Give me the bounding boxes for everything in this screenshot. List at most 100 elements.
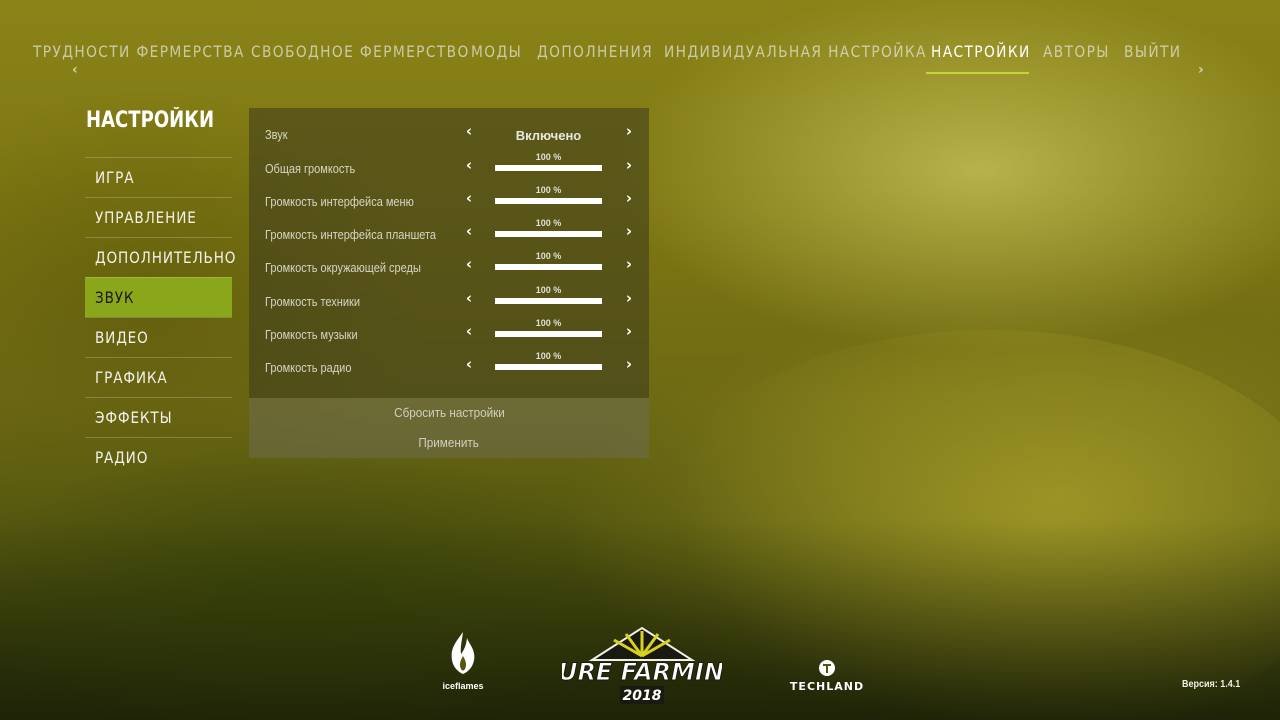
chevron-right-icon[interactable]: ›: [622, 324, 636, 339]
slider-label: Громкость окружающей среды: [265, 261, 421, 275]
techland-emblem: TECHLAND: [790, 660, 864, 693]
sidebar-item-controls[interactable]: УПРАВЛЕНИЕ: [85, 197, 232, 237]
chevron-right-icon[interactable]: ›: [622, 191, 636, 206]
tab-mods[interactable]: МОДЫ: [471, 42, 522, 61]
slider-fill: [495, 264, 602, 270]
slider-label: Громкость интерфейса планшета: [265, 228, 437, 242]
slider-fill: [495, 364, 602, 370]
volume-slider[interactable]: [495, 198, 602, 204]
sidebar-item-graphics[interactable]: ГРАФИКА: [85, 357, 232, 397]
settings-sidebar: ИГРА УПРАВЛЕНИЕ ДОПОЛНИТЕЛЬНО ЗВУК ВИДЕО…: [85, 157, 235, 477]
volume-slider[interactable]: [495, 264, 602, 270]
pure-farming-title: PURE FARMING: [562, 658, 722, 686]
apply-button[interactable]: Применить: [249, 428, 649, 458]
reset-settings-button[interactable]: Сбросить настройки: [249, 398, 649, 428]
apply-label: Применить: [418, 435, 480, 450]
sidebar-item-advanced[interactable]: ДОПОЛНИТЕЛЬНО: [85, 237, 235, 277]
sidebar-item-label: ГРАФИКА: [95, 368, 168, 387]
slider-percent: 100 %: [535, 318, 562, 328]
slider-percent: 100 %: [535, 285, 562, 295]
sidebar-item-label: ВИДЕО: [95, 328, 149, 347]
slider-label: Громкость интерфейса меню: [265, 195, 414, 209]
chevron-left-icon[interactable]: ‹: [462, 224, 476, 239]
volume-slider[interactable]: [495, 331, 602, 337]
slider-fill: [495, 231, 602, 237]
tab-farming-challenges[interactable]: ТРУДНОСТИ ФЕРМЕРСТВА: [33, 42, 245, 61]
techland-logo-text: TECHLAND: [790, 680, 864, 693]
chevron-left-icon[interactable]: ‹: [462, 257, 476, 272]
nav-scroll-right-icon[interactable]: ›: [1198, 62, 1204, 78]
iceflames-logo: iceflames: [438, 630, 488, 692]
sidebar-item-radio[interactable]: РАДИО: [85, 437, 232, 477]
sidebar-item-label: УПРАВЛЕНИЕ: [95, 208, 197, 227]
chevron-left-icon[interactable]: ‹: [462, 357, 476, 372]
chevron-right-icon[interactable]: ›: [622, 158, 636, 173]
tab-settings[interactable]: НАСТРОЙКИ: [931, 42, 1031, 61]
slider-percent: 100 %: [535, 152, 562, 162]
pure-farming-logo: PURE FARMING 2018: [540, 626, 744, 708]
volume-slider[interactable]: [495, 231, 602, 237]
nav-scroll-left-icon[interactable]: ‹: [72, 62, 78, 78]
slider-percent: 100 %: [535, 185, 562, 195]
sound-toggle-row: Звук ‹ Включено ›: [249, 108, 649, 144]
sound-toggle-label: Звук: [265, 128, 288, 142]
slider-row-radio-volume: Громкость радио ‹ 100 % ›: [249, 341, 649, 375]
sidebar-item-label: ЭФФЕКТЫ: [95, 408, 173, 427]
slider-percent: 100 %: [535, 251, 562, 261]
slider-label: Громкость музыки: [265, 328, 358, 342]
page-title: НАСТРОЙКИ: [86, 108, 215, 133]
sidebar-item-label: РАДИО: [95, 448, 149, 467]
slider-fill: [495, 198, 602, 204]
tab-customization[interactable]: ИНДИВИДУАЛЬНАЯ НАСТРОЙКА: [664, 42, 927, 61]
pure-farming-emblem: PURE FARMING 2018: [540, 626, 744, 704]
slider-row-tablet-ui-volume: Громкость интерфейса планшета ‹ 100 % ›: [249, 208, 649, 242]
chevron-left-icon[interactable]: ‹: [462, 191, 476, 206]
chevron-left-icon[interactable]: ‹: [462, 158, 476, 173]
volume-slider[interactable]: [495, 298, 602, 304]
sound-toggle-value: Включено: [515, 128, 582, 143]
techland-logo: TECHLAND: [783, 658, 875, 698]
version-label: Версия: 1.4.1: [1182, 679, 1241, 690]
slider-row-menu-ui-volume: Громкость интерфейса меню ‹ 100 % ›: [249, 175, 649, 209]
chevron-right-icon[interactable]: ›: [622, 224, 636, 239]
sidebar-item-label: ДОПОЛНИТЕЛЬНО: [95, 248, 237, 267]
sidebar-item-label: ЗВУК: [95, 288, 135, 307]
chevron-right-icon[interactable]: ›: [622, 357, 636, 372]
sidebar-item-label: ИГРА: [95, 168, 135, 187]
slider-row-ambient-volume: Громкость окружающей среды ‹ 100 % ›: [249, 241, 649, 275]
chevron-left-icon[interactable]: ‹: [462, 324, 476, 339]
top-navigation: ‹ ТРУДНОСТИ ФЕРМЕРСТВА СВОБОДНОЕ ФЕРМЕРС…: [0, 38, 1280, 78]
tab-free-farming[interactable]: СВОБОДНОЕ ФЕРМЕРСТВО: [251, 42, 470, 61]
pure-farming-year: 2018: [623, 688, 662, 704]
slider-fill: [495, 165, 602, 171]
sidebar-item-video[interactable]: ВИДЕО: [85, 317, 232, 357]
slider-fill: [495, 298, 602, 304]
settings-actions: Сбросить настройки Применить: [249, 398, 649, 458]
slider-label: Громкость техники: [265, 295, 360, 309]
slider-label: Громкость радио: [265, 361, 352, 375]
iceflames-logo-text: iceflames: [442, 681, 483, 691]
chevron-right-icon[interactable]: ›: [622, 124, 636, 139]
tab-exit[interactable]: ВЫЙТИ: [1124, 42, 1181, 61]
slider-row-music-volume: Громкость музыки ‹ 100 % ›: [249, 308, 649, 342]
reset-settings-label: Сбросить настройки: [393, 405, 505, 420]
active-tab-underline: [926, 72, 1029, 74]
sidebar-item-sound[interactable]: ЗВУК: [85, 277, 232, 317]
slider-label: Общая громкость: [265, 162, 356, 176]
sound-settings-panel: Звук ‹ Включено › Общая громкость ‹ 100 …: [249, 108, 649, 398]
volume-slider[interactable]: [495, 165, 602, 171]
chevron-right-icon[interactable]: ›: [622, 291, 636, 306]
slider-percent: 100 %: [535, 351, 562, 361]
flame-icon: iceflames: [442, 632, 484, 691]
slider-percent: 100 %: [535, 218, 562, 228]
slider-fill: [495, 331, 602, 337]
tab-dlc[interactable]: ДОПОЛНЕНИЯ: [537, 42, 653, 61]
chevron-left-icon[interactable]: ‹: [462, 124, 476, 139]
slider-row-vehicle-volume: Громкость техники ‹ 100 % ›: [249, 275, 649, 309]
chevron-right-icon[interactable]: ›: [622, 257, 636, 272]
sidebar-item-effects[interactable]: ЭФФЕКТЫ: [85, 397, 232, 437]
tab-credits[interactable]: АВТОРЫ: [1043, 42, 1110, 61]
sidebar-item-game[interactable]: ИГРА: [85, 157, 232, 197]
volume-slider[interactable]: [495, 364, 602, 370]
chevron-left-icon[interactable]: ‹: [462, 291, 476, 306]
